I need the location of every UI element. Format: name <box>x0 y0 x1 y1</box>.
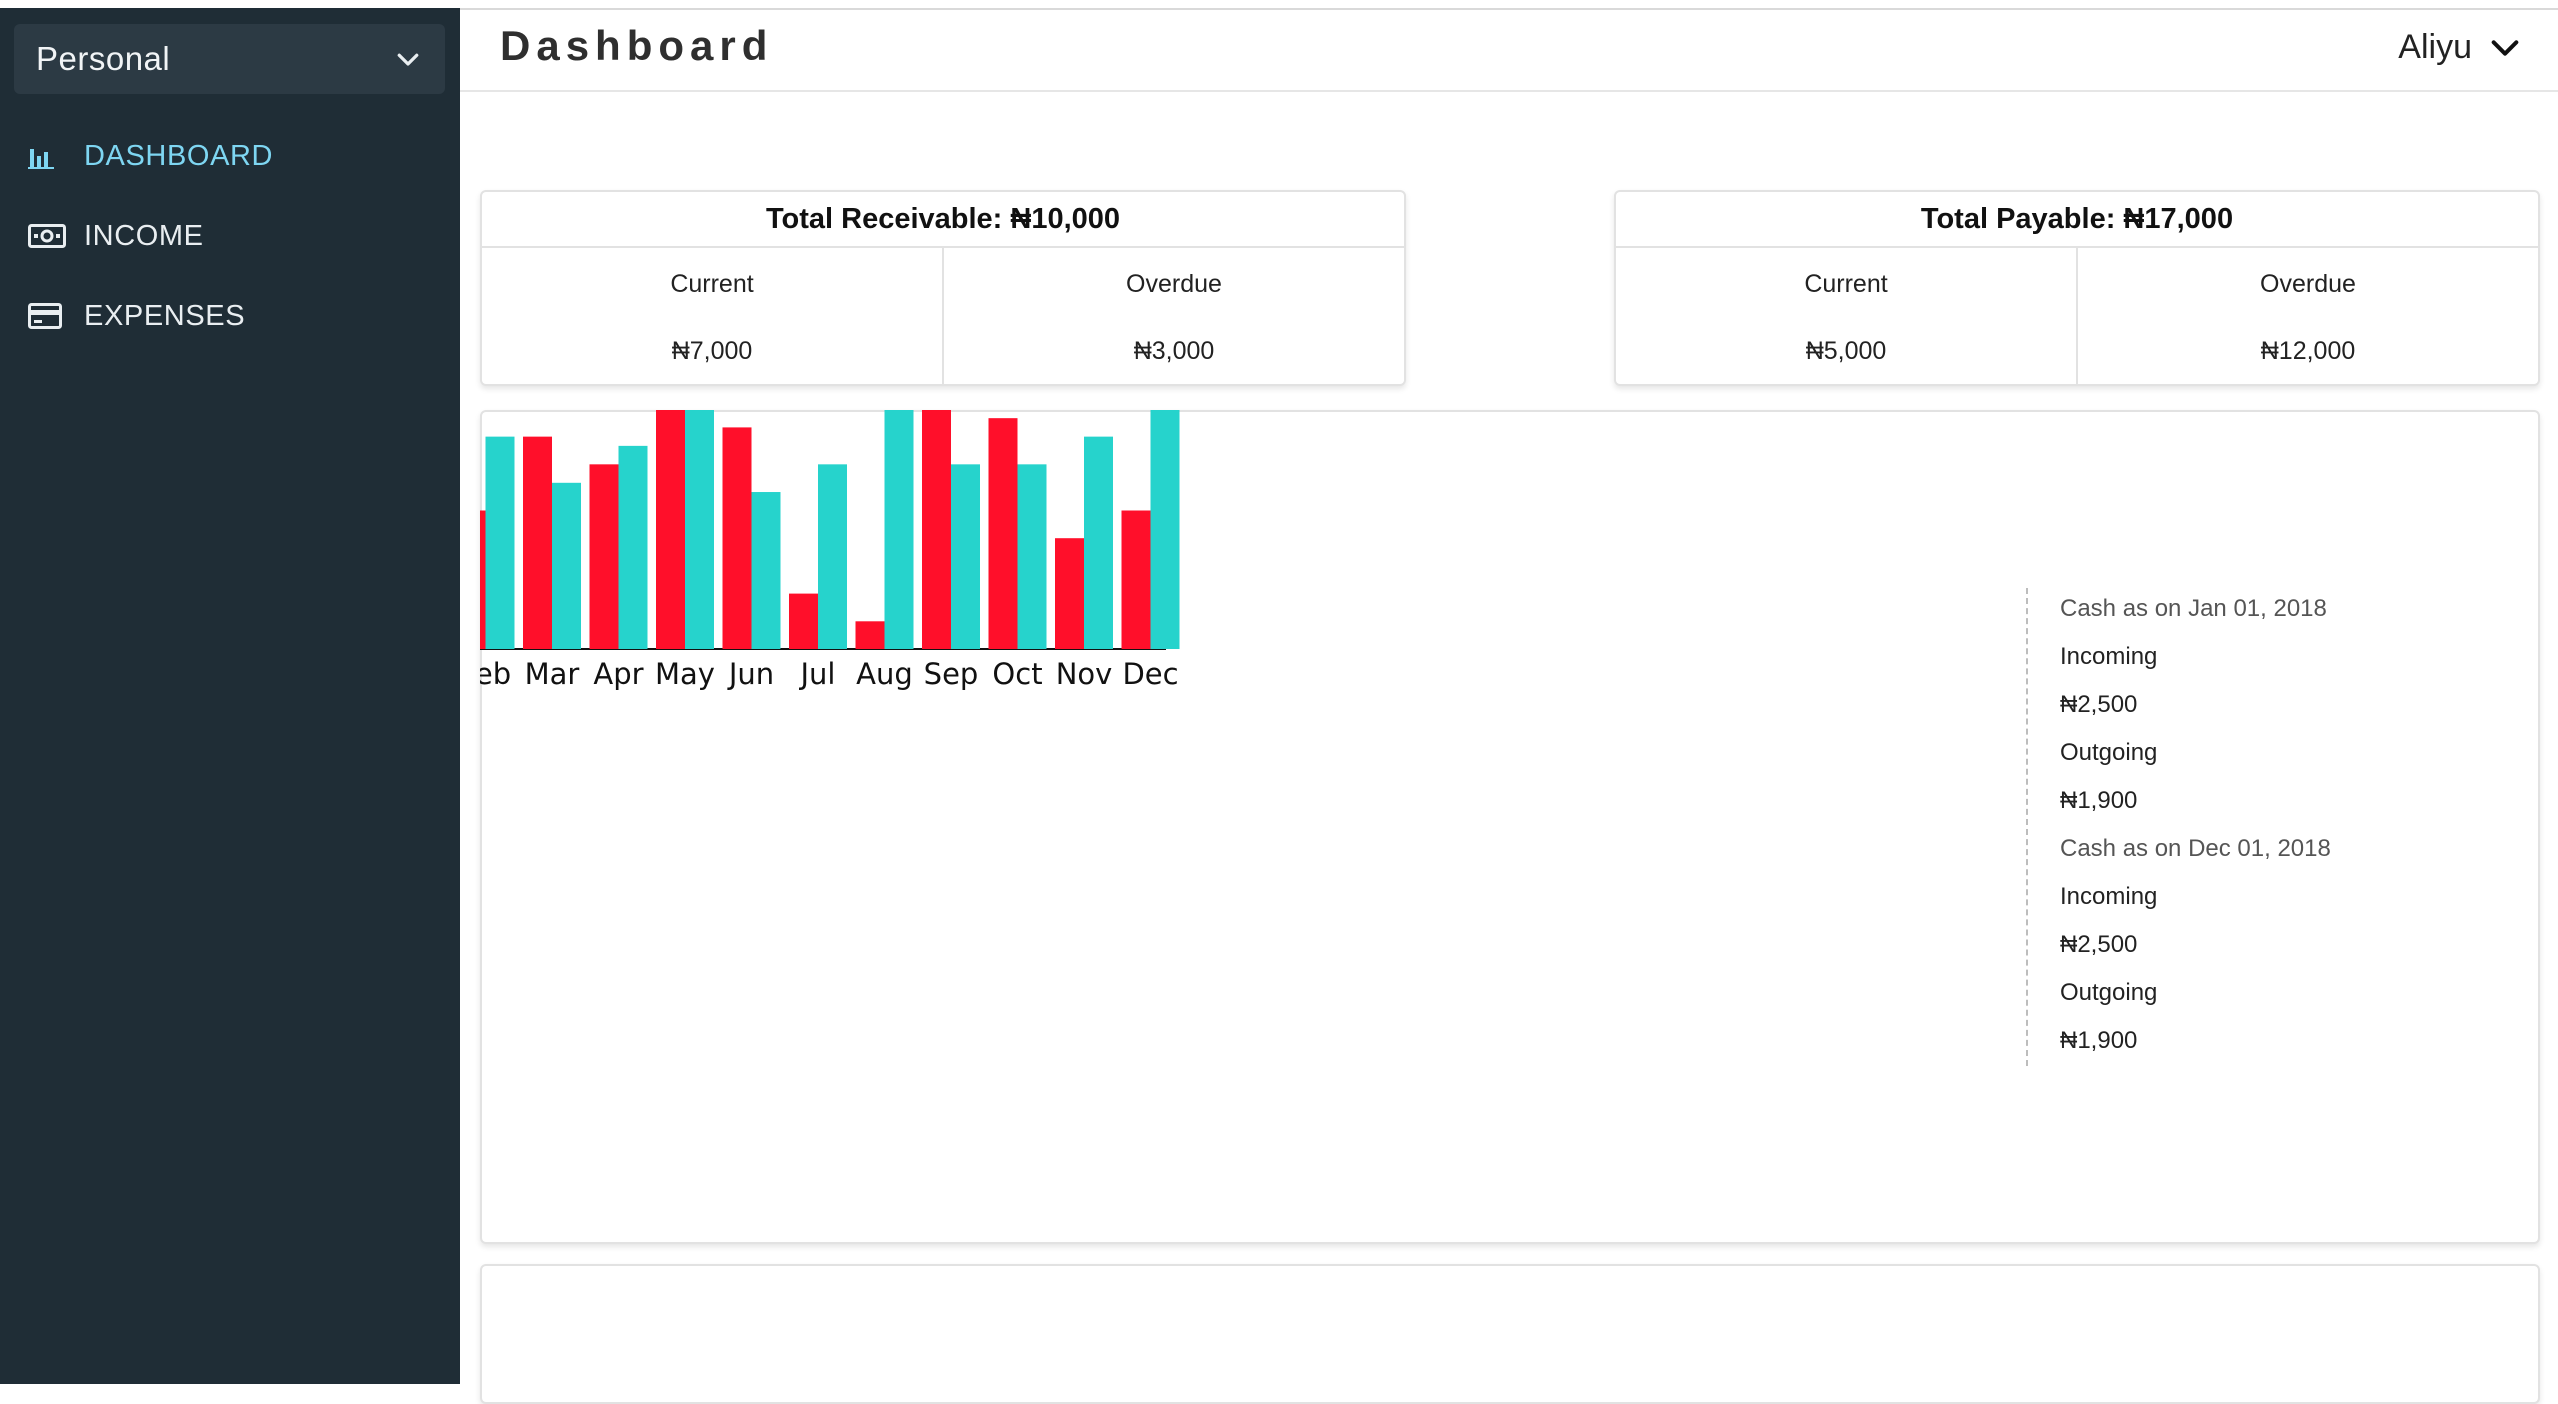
bar-dec-red <box>1121 510 1151 649</box>
cashflow-bar-chart: 5001,0001,5002,0002,5003,000JanFebMarApr… <box>480 410 1180 691</box>
payable-title: Total Payable: ₦17,000 <box>1616 192 2538 248</box>
x-tick-label: Apr <box>593 657 643 691</box>
secondary-card <box>480 1264 2540 1404</box>
current-label: Current <box>1804 270 1888 298</box>
bar-feb-red <box>480 510 486 649</box>
credit-card-icon <box>28 299 72 333</box>
bar-jul-red <box>789 593 818 649</box>
overdue-label: Overdue <box>2260 270 2356 298</box>
cash-date-label: Cash as on Jan 01, 2018 <box>2060 595 2327 622</box>
current-value: ₦7,000 <box>671 337 753 365</box>
payable-current: Current ₦5,000 <box>1616 248 2076 386</box>
cash-date-label: Cash as on Dec 01, 2018 <box>2060 835 2331 862</box>
incoming-label: Incoming <box>2060 883 2158 910</box>
sidebar-item-expenses[interactable]: EXPENSES <box>0 276 460 356</box>
current-value: ₦5,000 <box>1805 337 1887 365</box>
bar-dec-teal <box>1150 410 1180 649</box>
outgoing-label: Outgoing <box>2060 739 2158 766</box>
x-tick-label: Oct <box>992 657 1042 691</box>
chevron-down-icon <box>2491 39 2519 56</box>
payable-overdue: Overdue ₦12,000 <box>2076 248 2538 386</box>
receivable-overdue: Overdue ₦3,000 <box>942 248 1404 386</box>
bar-jun-teal <box>751 492 781 649</box>
account-selector-value: Personal <box>36 40 171 77</box>
receivable-card: Total Receivable: ₦10,000 Current ₦7,000… <box>480 190 1406 386</box>
bar-apr-teal <box>618 445 648 649</box>
overdue-value: ₦12,000 <box>2260 337 2356 365</box>
sidebar-item-label: INCOME <box>84 219 204 252</box>
bar-oct-teal <box>1017 464 1047 649</box>
incoming-value: ₦2,500 <box>2060 691 2138 718</box>
x-tick-label: Mar <box>525 657 580 691</box>
outgoing-value: ₦1,900 <box>2060 787 2138 814</box>
user-menu[interactable]: Aliyu <box>2398 28 2522 67</box>
sidebar-item-income[interactable]: INCOME <box>0 196 460 276</box>
x-tick-label: Jun <box>727 657 774 691</box>
bar-nov-red <box>1055 538 1084 649</box>
outgoing-label: Outgoing <box>2060 979 2158 1006</box>
x-tick-label: Aug <box>856 657 913 691</box>
x-tick-label: Feb <box>480 657 511 691</box>
cash-info-panel: Cash as on Jan 01, 2018 Incoming ₦2,500 … <box>2026 588 2446 1066</box>
x-tick-label: Dec <box>1122 657 1178 691</box>
payable-card: Total Payable: ₦17,000 Current ₦5,000 Ov… <box>1614 190 2540 386</box>
receivable-current: Current ₦7,000 <box>482 248 942 386</box>
bar-chart-icon <box>28 139 72 173</box>
x-tick-label: May <box>655 657 715 691</box>
bar-sep-red <box>922 410 951 649</box>
bar-jun-red <box>722 427 752 649</box>
bar-may-red <box>656 410 685 649</box>
bar-jul-teal <box>818 464 847 649</box>
sidebar: Personal DASHBOARD INCOME EXPENSES <box>0 8 460 1384</box>
x-tick-label: Nov <box>1056 657 1113 691</box>
bar-nov-teal <box>1084 436 1113 649</box>
current-label: Current <box>670 270 754 298</box>
bar-aug-red <box>855 621 885 649</box>
sidebar-item-label: EXPENSES <box>84 299 246 332</box>
bar-apr-red <box>589 464 619 649</box>
sidebar-item-dashboard[interactable]: DASHBOARD <box>0 116 460 196</box>
outgoing-value: ₦1,900 <box>2060 1027 2138 1054</box>
bar-may-teal <box>685 410 714 649</box>
account-selector[interactable]: Personal <box>14 24 445 94</box>
bar-mar-teal <box>552 482 581 649</box>
receivable-title: Total Receivable: ₦10,000 <box>482 192 1404 248</box>
overdue-value: ₦3,000 <box>1133 337 1215 365</box>
bar-aug-teal <box>884 410 914 649</box>
incoming-value: ₦2,500 <box>2060 931 2138 958</box>
bar-mar-red <box>523 436 552 649</box>
incoming-label: Incoming <box>2060 643 2158 670</box>
user-name: Aliyu <box>2398 28 2472 66</box>
x-tick-label: Jul <box>799 657 836 691</box>
bar-sep-teal <box>951 464 980 649</box>
x-tick-label: Sep <box>924 657 979 691</box>
bar-oct-red <box>988 418 1018 649</box>
overdue-label: Overdue <box>1126 270 1222 298</box>
sidebar-item-label: DASHBOARD <box>84 139 274 172</box>
page-title: Dashboard <box>500 22 774 69</box>
chevron-down-icon <box>397 53 419 66</box>
money-icon <box>28 219 72 253</box>
sidebar-nav: DASHBOARD INCOME EXPENSES <box>0 116 460 356</box>
bar-feb-teal <box>485 436 515 649</box>
top-header: Dashboard Aliyu <box>460 10 2558 92</box>
